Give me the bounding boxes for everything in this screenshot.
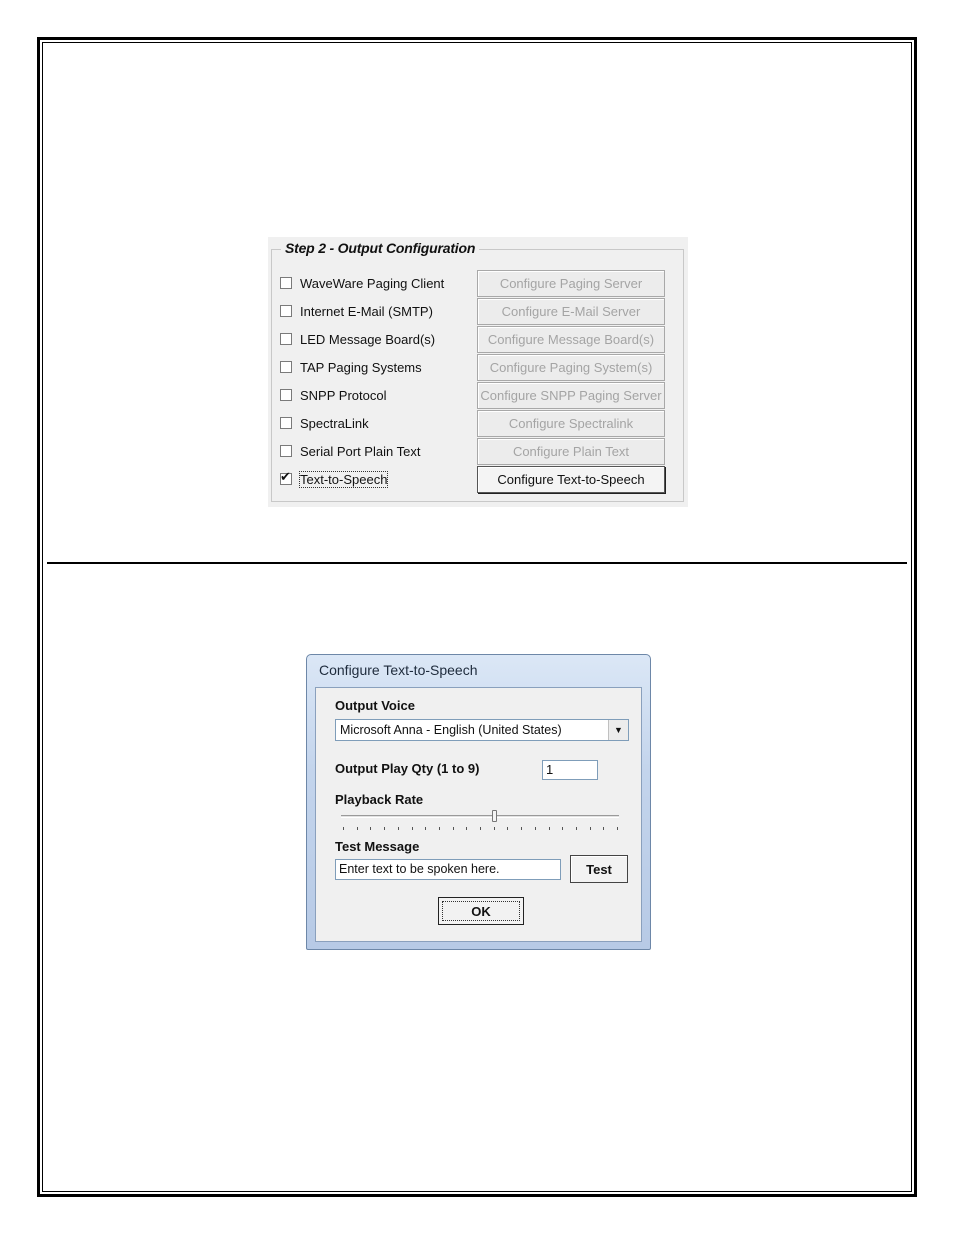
slider-tick — [466, 827, 467, 830]
configure-plain-text-button[interactable]: Configure Plain Text — [477, 438, 665, 465]
option-waveware-paging-client[interactable]: WaveWare Paging Client — [280, 272, 465, 294]
slider-tick — [384, 827, 385, 830]
dropdown-arrow-icon[interactable]: ▼ — [608, 720, 628, 740]
configure-paging-systems-button[interactable]: Configure Paging System(s) — [477, 354, 665, 381]
focus-rectangle — [442, 901, 520, 921]
slider-tick — [412, 827, 413, 830]
page-frame-inner — [42, 42, 912, 1192]
checkbox[interactable] — [280, 277, 292, 289]
checkbox-checked[interactable]: ✔ — [280, 469, 292, 485]
slider-tick — [617, 827, 618, 830]
checkbox[interactable] — [280, 333, 292, 345]
test-button[interactable]: Test — [570, 855, 628, 883]
slider-tick — [370, 827, 371, 830]
slider-tick — [521, 827, 522, 830]
checkbox[interactable] — [280, 361, 292, 373]
slider-tick — [590, 827, 591, 830]
playback-rate-slider-track[interactable] — [341, 815, 619, 818]
option-snpp-protocol[interactable]: SNPP Protocol — [280, 384, 465, 406]
dialog-body: Output Voice Microsoft Anna - English (U… — [315, 687, 642, 942]
option-label: LED Message Board(s) — [300, 331, 436, 347]
option-label: SpectraLink — [300, 415, 369, 431]
slider-tick — [398, 827, 399, 830]
output-configuration-panel: Step 2 - Output Configuration WaveWare P… — [268, 237, 688, 507]
group-title: Step 2 - Output Configuration — [281, 240, 480, 256]
option-label: TAP Paging Systems — [300, 359, 422, 375]
configure-message-boards-button[interactable]: Configure Message Board(s) — [477, 326, 665, 353]
output-voice-value: Microsoft Anna - English (United States) — [340, 723, 562, 737]
checkbox[interactable] — [280, 445, 292, 457]
playback-rate-label: Playback Rate — [335, 792, 424, 807]
option-tap-paging-systems[interactable]: TAP Paging Systems — [280, 356, 465, 378]
slider-tick — [357, 827, 358, 830]
configure-snpp-paging-server-button[interactable]: Configure SNPP Paging Server — [477, 382, 665, 409]
slider-tick — [576, 827, 577, 830]
option-led-message-boards[interactable]: LED Message Board(s) — [280, 328, 465, 350]
slider-tick — [549, 827, 550, 830]
option-label: WaveWare Paging Client — [300, 275, 445, 291]
output-play-qty-label: Output Play Qty (1 to 9) — [335, 761, 480, 776]
checkbox[interactable] — [280, 305, 292, 317]
slider-tick — [343, 827, 344, 830]
slider-tick — [507, 827, 508, 830]
option-spectralink[interactable]: SpectraLink — [280, 412, 465, 434]
option-internet-email-smtp[interactable]: Internet E-Mail (SMTP) — [280, 300, 465, 322]
configure-spectralink-button[interactable]: Configure Spectralink — [477, 410, 665, 437]
configure-tts-dialog: Configure Text-to-Speech Output Voice Mi… — [306, 654, 651, 950]
playback-rate-slider-thumb[interactable] — [492, 810, 497, 822]
checkbox[interactable] — [280, 417, 292, 429]
option-label: Serial Port Plain Text — [300, 443, 421, 459]
checkbox[interactable] — [280, 389, 292, 401]
option-text-to-speech[interactable]: ✔ Text-to-Speech — [280, 468, 465, 490]
configure-text-to-speech-button[interactable]: Configure Text-to-Speech — [477, 466, 665, 493]
slider-tick — [453, 827, 454, 830]
slider-tick — [494, 827, 495, 830]
output-voice-label: Output Voice — [335, 698, 415, 713]
option-serial-port-plain-text[interactable]: Serial Port Plain Text — [280, 440, 465, 462]
output-voice-select[interactable]: Microsoft Anna - English (United States)… — [335, 719, 629, 741]
slider-tick — [480, 827, 481, 830]
slider-tick — [603, 827, 604, 830]
ok-button[interactable]: OK — [438, 897, 524, 925]
slider-tick — [535, 827, 536, 830]
slider-tick — [439, 827, 440, 830]
dialog-title: Configure Text-to-Speech — [319, 662, 478, 678]
test-message-input[interactable]: Enter text to be spoken here. — [335, 859, 561, 880]
option-label: Text-to-Speech — [298, 470, 389, 488]
configure-email-server-button[interactable]: Configure E-Mail Server — [477, 298, 665, 325]
checkmark-icon: ✔ — [280, 469, 291, 484]
output-play-qty-input[interactable]: 1 — [542, 760, 598, 780]
section-divider — [47, 562, 907, 564]
option-label: Internet E-Mail (SMTP) — [300, 303, 433, 319]
slider-tick — [425, 827, 426, 830]
slider-tick — [562, 827, 563, 830]
option-label: SNPP Protocol — [300, 387, 387, 403]
test-message-label: Test Message — [335, 839, 420, 854]
configure-paging-server-button[interactable]: Configure Paging Server — [477, 270, 665, 297]
